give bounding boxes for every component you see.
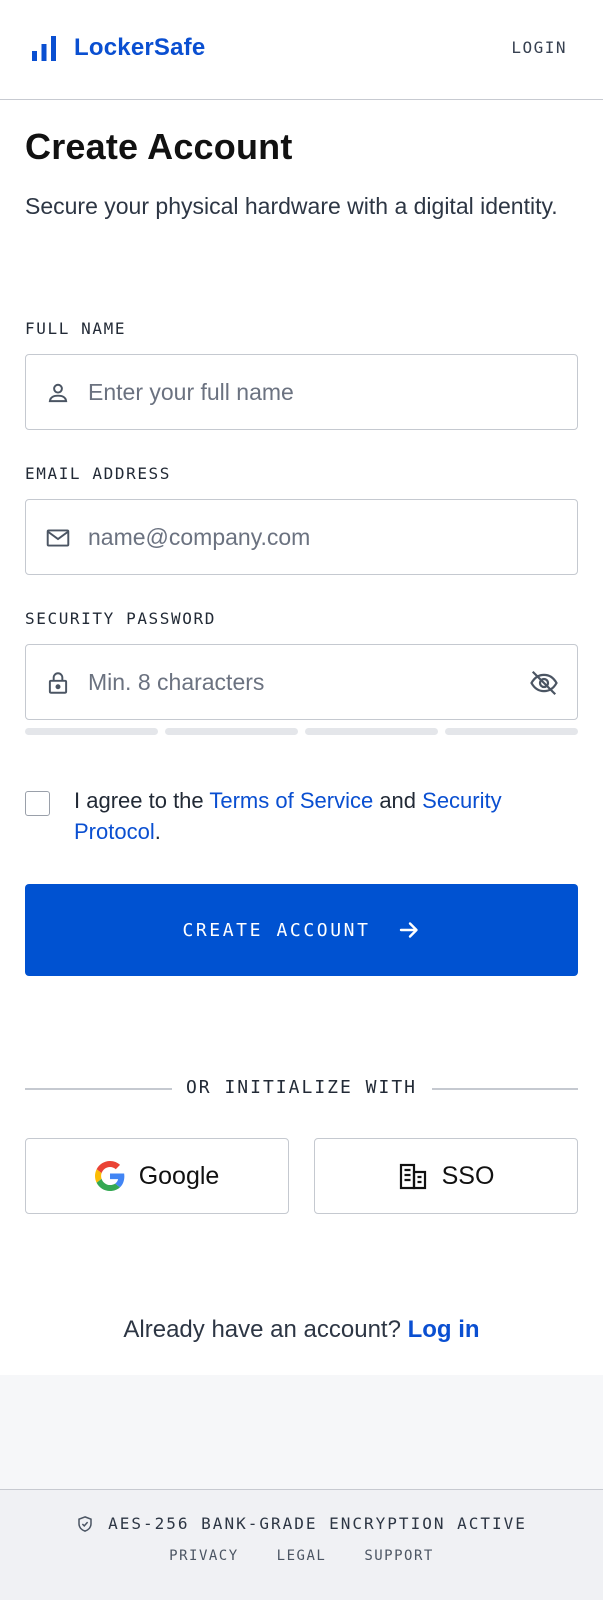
create-account-label: CREATE ACCOUNT <box>182 919 371 941</box>
encryption-text: AES-256 BANK-GRADE ENCRYPTION ACTIVE <box>108 1514 527 1533</box>
password-input[interactable] <box>88 663 528 701</box>
agree-prefix: I agree to the <box>74 788 210 813</box>
email-field[interactable] <box>25 499 578 575</box>
lock-icon <box>48 672 68 694</box>
page-spacer <box>0 1375 603 1489</box>
terms-of-service-link[interactable]: Terms of Service <box>209 788 373 813</box>
password-strength-meter <box>25 728 578 735</box>
arrow-right-icon <box>399 922 418 938</box>
agree-suffix: . <box>154 819 161 844</box>
page-subtitle: Secure your physical hardware with a dig… <box>25 193 558 219</box>
user-icon <box>48 383 68 403</box>
email-label: EMAIL ADDRESS <box>25 464 172 483</box>
encryption-status: AES-256 BANK-GRADE ENCRYPTION ACTIVE <box>0 1514 603 1533</box>
bar-chart-icon <box>32 36 56 61</box>
brand-name: LockerSafe <box>74 34 206 61</box>
create-account-button[interactable]: CREATE ACCOUNT <box>25 884 578 976</box>
google-label: Google <box>138 1161 220 1190</box>
password-label: SECURITY PASSWORD <box>25 609 216 628</box>
strength-segment <box>165 728 298 735</box>
full-name-input[interactable] <box>88 373 528 411</box>
privacy-link[interactable]: PRIVACY <box>169 1548 239 1564</box>
sso-signin-button[interactable]: SSO <box>314 1138 578 1214</box>
strength-segment <box>25 728 158 735</box>
agree-text: I agree to the Terms of Service and Secu… <box>74 785 574 847</box>
support-link[interactable]: SUPPORT <box>364 1548 434 1564</box>
strength-segment <box>445 728 578 735</box>
legal-link[interactable]: LEGAL <box>277 1548 327 1564</box>
eye-off-icon[interactable] <box>529 668 559 698</box>
mail-icon <box>46 529 70 547</box>
agree-checkbox[interactable] <box>25 791 50 816</box>
footer-links: PRIVACY LEGAL SUPPORT <box>0 1548 603 1564</box>
login-prompt: Already have an account? Log in <box>0 1316 603 1344</box>
strength-segment <box>305 728 438 735</box>
agree-middle: and <box>373 788 423 813</box>
google-signin-button[interactable]: Google <box>25 1138 289 1214</box>
full-name-field[interactable] <box>25 354 578 430</box>
top-bar: LockerSafe LOGIN <box>0 0 603 100</box>
login-link[interactable]: Log in <box>408 1316 480 1343</box>
divider-line-right <box>432 1088 578 1090</box>
shield-check-icon <box>78 1515 92 1532</box>
password-field[interactable] <box>25 644 578 720</box>
brand-logo[interactable]: LockerSafe <box>30 34 205 62</box>
google-icon <box>94 1161 125 1191</box>
sso-label: SSO <box>441 1161 495 1190</box>
building-icon <box>399 1163 426 1190</box>
page-title: Create Account <box>25 126 293 167</box>
footer: AES-256 BANK-GRADE ENCRYPTION ACTIVE PRI… <box>0 1489 603 1600</box>
email-input[interactable] <box>88 518 528 556</box>
login-prompt-text: Already have an account? <box>123 1316 408 1343</box>
full-name-label: FULL NAME <box>25 319 127 338</box>
header-login-link[interactable]: LOGIN <box>511 38 567 57</box>
